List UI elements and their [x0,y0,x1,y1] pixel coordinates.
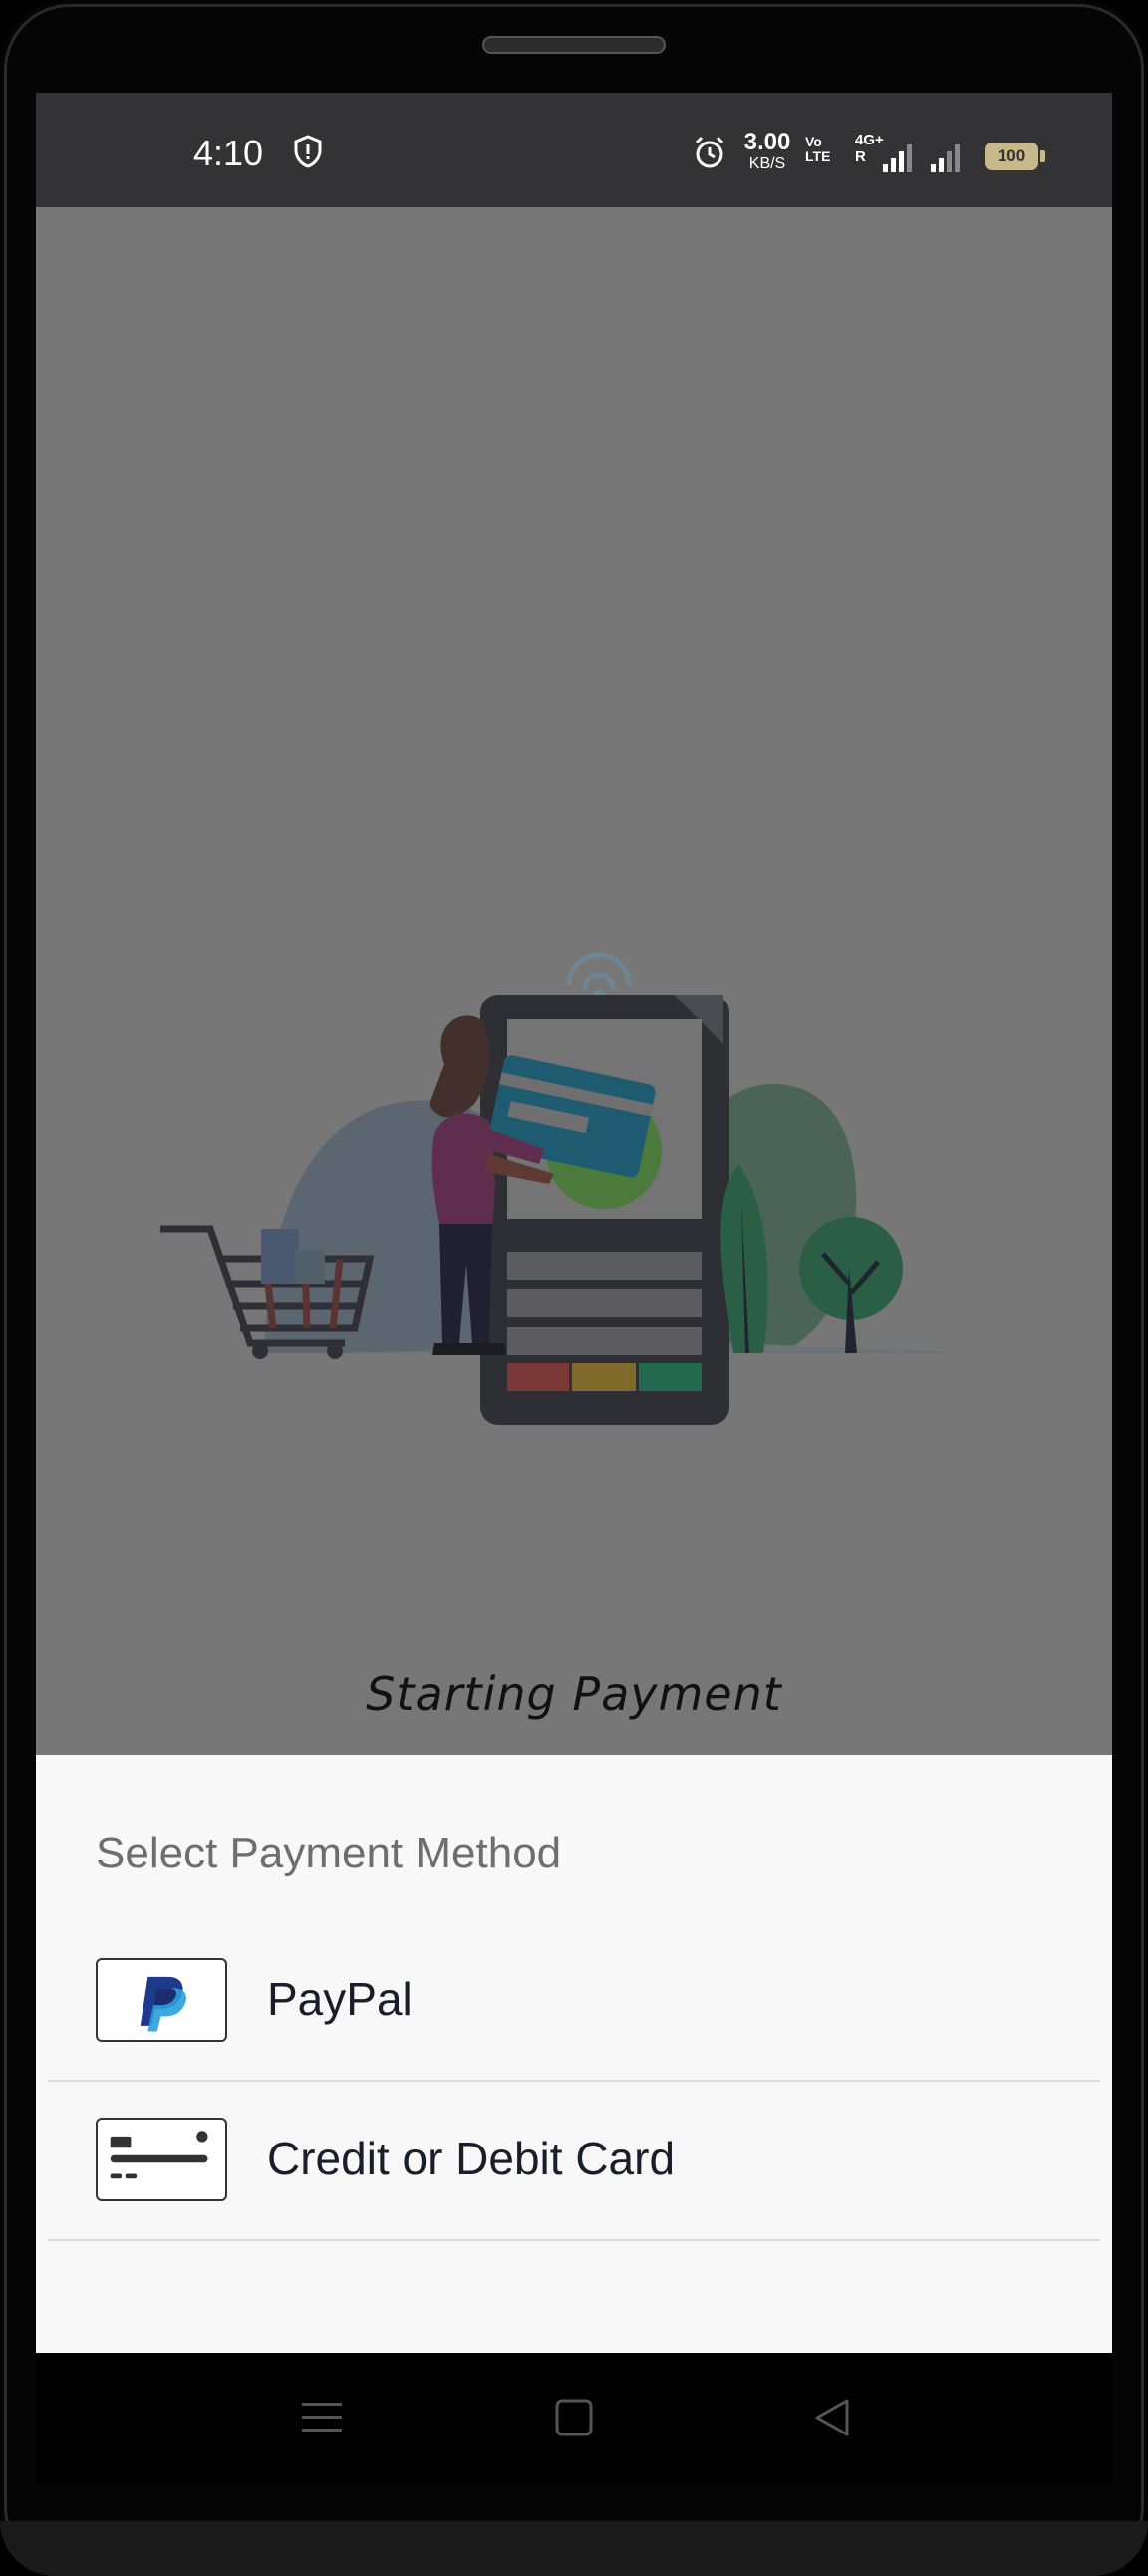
roaming-label: R [855,147,866,165]
battery-indicator: 100 [985,143,1038,170]
volte-indicator: Vo LTE [805,134,845,165]
signal-strength-sim2-icon [931,144,960,172]
contactless-waves-icon [566,952,632,1004]
screen: 4:10 3.00 KB/S Vo LTE 4G+ R 100 Starting… [36,93,1112,2353]
card-icon-box [96,2118,227,2201]
shield-icon [294,135,322,168]
phone-bottom-edge [0,2521,1148,2576]
menu-icon[interactable] [297,2393,347,2442]
paypal-logo-icon [140,1976,186,2032]
payment-method-label: PayPal [267,1973,413,2025]
paypal-icon-box [96,1958,227,2042]
volte-line2: LTE [805,148,831,165]
payment-method-card[interactable]: Credit or Debit Card [48,2084,1100,2241]
volte-line1: Vo [805,134,822,149]
system-nav-bar [36,2353,1112,2482]
home-square-icon[interactable] [549,2393,599,2442]
network-type-label: 4G+ [855,132,884,148]
network-speed-value: 3.00 [743,129,791,155]
network-type: 4G+ R [855,132,884,165]
phone-speaker [482,36,666,54]
payment-illustration [160,952,973,1425]
alarm-icon [695,136,724,168]
starting-payment-text: Starting Payment [366,1667,782,1721]
payment-method-paypal[interactable]: PayPal [48,1924,1100,2082]
phone-frame: 4:10 3.00 KB/S Vo LTE 4G+ R 100 Starting… [0,0,1148,2576]
signal-strength-sim1-icon [883,144,912,172]
status-time: 4:10 [193,133,264,173]
network-speed-unit: KB/S [748,155,786,172]
payment-method-label: Credit or Debit Card [267,2133,676,2184]
back-triangle-icon[interactable] [807,2393,857,2442]
credit-card-icon [110,2131,208,2179]
network-speed: 3.00 KB/S [737,131,797,172]
sheet-title: Select Payment Method [96,1829,562,1877]
payment-method-sheet: Select Payment Method PayPal Credit or D… [36,1755,1112,2353]
battery-tip [1040,150,1045,162]
status-bar: 4:10 3.00 KB/S Vo LTE 4G+ R 100 [36,93,1112,207]
